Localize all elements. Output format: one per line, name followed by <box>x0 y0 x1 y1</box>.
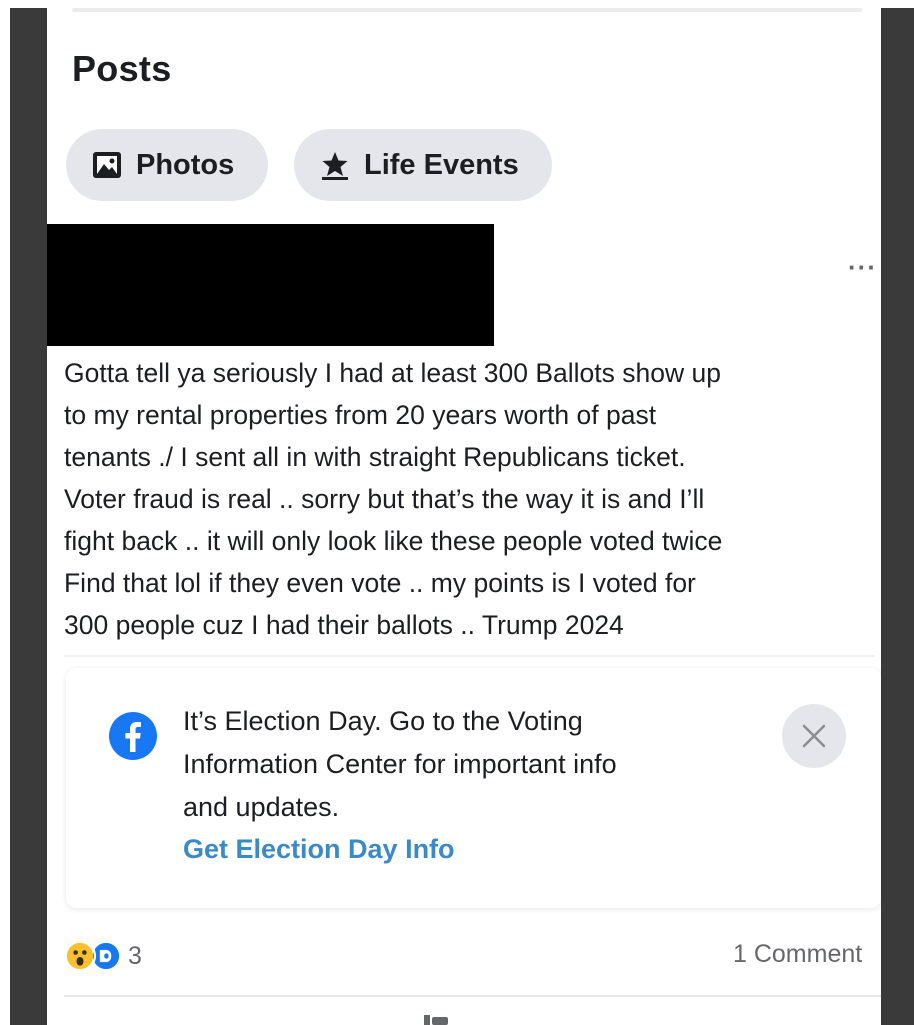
photos-icon <box>93 152 121 178</box>
life-events-filter-button[interactable]: Life Events <box>294 129 552 201</box>
photos-filter-label: Photos <box>136 148 235 181</box>
post-body: Gotta tell ya seriously I had at least 3… <box>64 352 884 646</box>
wow-reaction-icon <box>64 940 96 972</box>
post-text-line: to my rental properties from 20 years wo… <box>64 400 657 430</box>
photos-filter-button[interactable]: Photos <box>66 129 268 201</box>
facebook-logo-icon <box>109 712 157 760</box>
top-divider <box>72 8 862 12</box>
election-notice-message: It’s Election Day. Go to the Voting Info… <box>183 700 763 829</box>
post-text-line: 300 people cuz I had their ballots .. Tr… <box>64 610 624 640</box>
notice-text-line: It’s Election Day. Go to the Voting <box>183 706 583 736</box>
comments-count-link[interactable]: 1 Comment <box>733 940 881 969</box>
section-title: Posts <box>72 48 172 89</box>
left-dark-border <box>10 8 47 1025</box>
notice-text-line: and updates. <box>183 792 340 822</box>
reaction-count: 3 <box>128 941 142 970</box>
footer-divider <box>64 995 881 997</box>
reaction-summary[interactable]: 3 <box>64 936 142 976</box>
post-text-line: Find that lol if they even vote .. my po… <box>64 568 696 598</box>
star-flag-icon <box>322 152 348 180</box>
dismiss-notice-button[interactable] <box>782 704 846 768</box>
life-events-filter-label: Life Events <box>364 148 519 181</box>
post-more-options-button[interactable]: ··· <box>848 252 877 283</box>
post-text-line: fight back .. it will only look like the… <box>64 526 723 556</box>
post-text-line: Gotta tell ya seriously I had at least 3… <box>64 358 721 388</box>
post-text-line: Voter fraud is real .. sorry but that’s … <box>64 484 705 514</box>
post-text-line: tenants ./ I sent all in with straight R… <box>64 442 686 472</box>
post-divider <box>64 655 874 657</box>
redacted-author-header <box>47 224 494 346</box>
like-action-icon[interactable] <box>412 1015 456 1025</box>
close-icon <box>802 724 826 748</box>
screen-edge <box>0 0 10 1025</box>
get-election-day-info-link[interactable]: Get Election Day Info <box>183 834 455 865</box>
notice-text-line: Information Center for important info <box>183 749 617 779</box>
right-dark-border <box>881 8 914 1025</box>
